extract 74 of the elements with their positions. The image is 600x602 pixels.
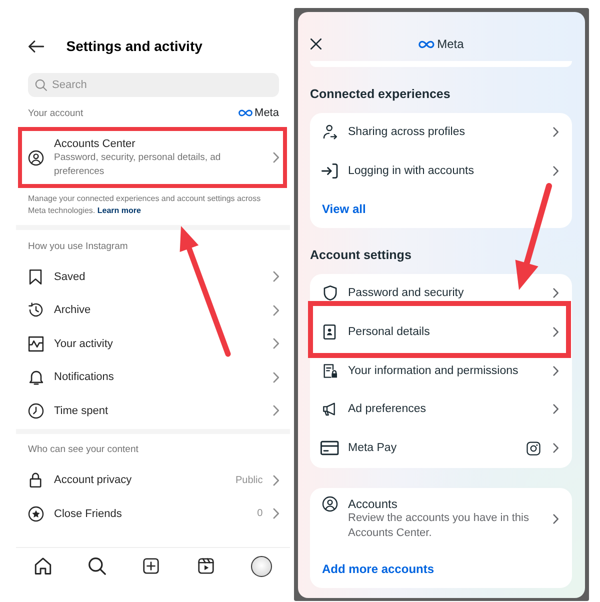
search-field[interactable]: Search xyxy=(28,73,279,97)
close-icon[interactable] xyxy=(310,38,322,50)
chevron-icon xyxy=(553,166,559,176)
chevron-icon xyxy=(272,304,279,316)
search-icon xyxy=(35,79,47,91)
add-accounts-link[interactable]: Add more accounts xyxy=(322,560,434,577)
back-arrow-icon[interactable] xyxy=(28,40,44,52)
pulse-chart-icon xyxy=(28,336,44,352)
chevron-icon xyxy=(553,443,559,454)
menu-item[interactable]: Time spent xyxy=(54,404,108,418)
menu-item[interactable]: Your information and permissions xyxy=(348,364,544,377)
chevron-icon xyxy=(553,127,559,138)
card-title[interactable]: Accounts xyxy=(348,496,398,511)
lock-icon xyxy=(29,472,43,488)
menu-item[interactable]: Logging in with accounts xyxy=(348,165,544,178)
user-circle-icon xyxy=(28,150,44,166)
item-description: Password, security, personal details, ad preferences xyxy=(54,151,222,178)
chevron-icon xyxy=(272,508,279,520)
chevron-icon xyxy=(553,366,559,376)
section-heading: Connected experiences xyxy=(310,86,452,102)
menu-item[interactable]: Password and security xyxy=(348,286,544,299)
brand-name: Meta xyxy=(437,37,464,51)
id-badge-icon xyxy=(323,324,337,340)
page-title: Settings and activity xyxy=(66,38,202,54)
chevron-icon xyxy=(272,474,279,486)
menu-item[interactable]: Sharing across profiles xyxy=(348,126,544,138)
bell-icon xyxy=(28,369,44,386)
chevron-icon xyxy=(272,152,279,163)
chevron-icon xyxy=(272,271,279,282)
setting-value: Public xyxy=(235,474,263,486)
chevron-icon xyxy=(553,288,559,298)
section-heading: Who can see your content xyxy=(28,444,138,455)
avatar-icon[interactable] xyxy=(250,556,272,576)
chevron-icon xyxy=(272,338,279,350)
user-share-icon xyxy=(322,124,338,140)
info-note: Manage your connected experiences and account settings across Meta technologies. Learn more xyxy=(28,193,262,217)
section-heading: Your account xyxy=(28,108,84,118)
setting-value: 0 xyxy=(257,508,263,520)
menu-item[interactable]: Notifications xyxy=(54,370,114,384)
card-icon xyxy=(320,440,340,456)
megaphone-icon xyxy=(322,401,338,418)
menu-item[interactable]: Meta Pay xyxy=(348,442,516,454)
chevron-icon xyxy=(272,405,279,416)
menu-item[interactable]: Account privacy xyxy=(54,473,132,488)
brand-name: Meta xyxy=(254,107,279,119)
home-icon[interactable] xyxy=(34,557,52,575)
chevron-icon xyxy=(553,514,559,524)
clock-icon xyxy=(28,402,44,419)
chevron-icon xyxy=(553,326,559,337)
document-lock-icon xyxy=(322,362,338,379)
section-heading: Account settings xyxy=(310,246,412,263)
menu-item[interactable]: Your activity xyxy=(54,336,113,351)
star-circle-icon xyxy=(28,506,44,522)
menu-item[interactable]: Ad preferences xyxy=(348,403,544,416)
menu-item[interactable]: Personal details xyxy=(348,326,544,338)
card-description: Review the accounts you have in this Accounts Center. xyxy=(348,510,530,541)
chevron-icon xyxy=(272,372,279,383)
menu-item[interactable]: Close Friends xyxy=(54,506,122,521)
menu-item[interactable]: Archive xyxy=(54,303,91,318)
menu-item[interactable]: Accounts Center xyxy=(54,137,136,151)
camera-icon xyxy=(526,440,542,456)
view-all-link[interactable]: View all xyxy=(310,190,572,228)
infinity-logo-icon xyxy=(238,109,253,117)
shield-icon xyxy=(322,284,338,301)
chevron-icon xyxy=(553,404,559,414)
menu-item[interactable]: Saved xyxy=(54,270,86,284)
login-icon xyxy=(321,163,339,180)
history-icon xyxy=(28,302,44,318)
section-heading: How you use Instagram xyxy=(28,240,128,252)
user-circle-icon xyxy=(322,496,338,512)
learn-more-link[interactable]: Learn more xyxy=(97,206,141,215)
bookmark-icon xyxy=(29,268,43,285)
infinity-logo-icon xyxy=(418,40,436,48)
search-icon[interactable] xyxy=(88,557,106,575)
